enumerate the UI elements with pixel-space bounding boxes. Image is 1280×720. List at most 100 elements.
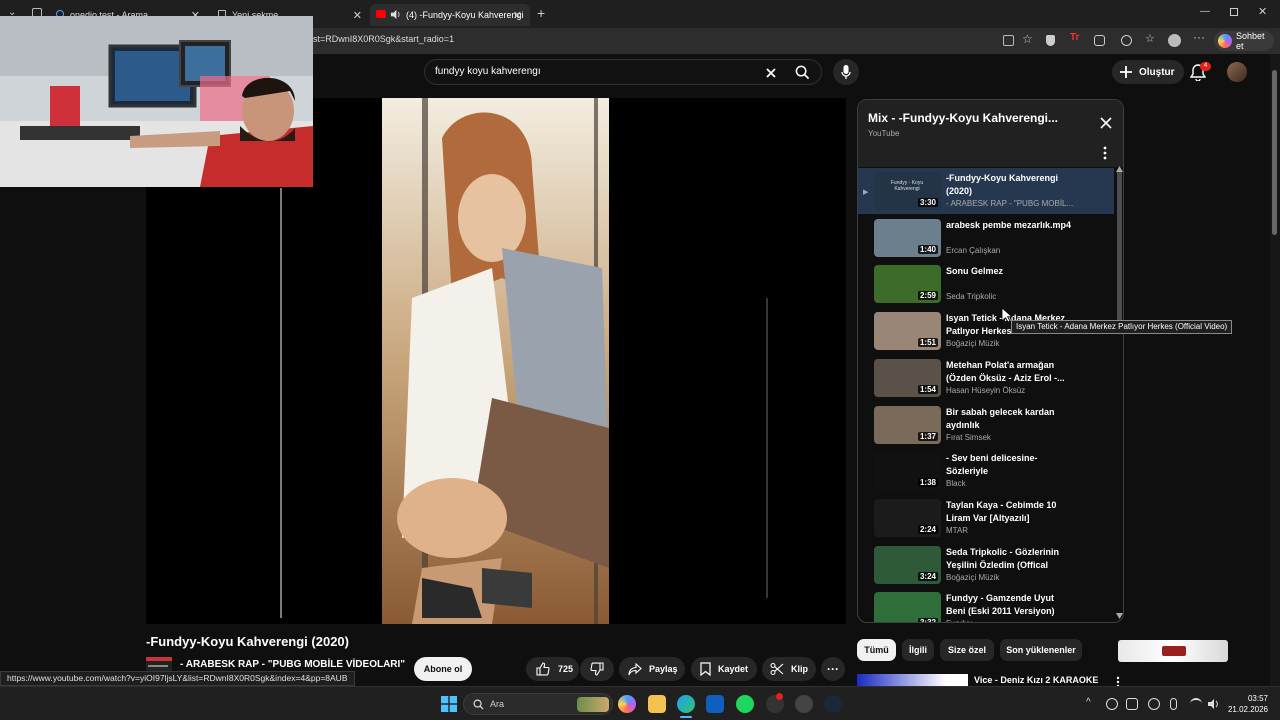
playlist-scrollbar[interactable] (1117, 170, 1122, 324)
steam-icon[interactable] (824, 695, 842, 713)
create-button[interactable]: Oluştur (1112, 60, 1184, 84)
playlist-item-title[interactable]: - Sev beni delicesine- Sözleriyle (946, 452, 1072, 478)
clear-search-icon[interactable] (765, 67, 777, 79)
tab-close-icon[interactable]: ✕ (513, 9, 522, 22)
url-field[interactable]: st=RDwnI8X0R0Sgk&start_radio=1 (313, 34, 454, 44)
chip-all[interactable]: Tümü (857, 639, 896, 661)
playlist-item[interactable]: 3:24 Seda Tripkolic - Gözlerinin Yeşilini… (858, 542, 1114, 588)
search-input[interactable]: fundyy koyu kahverengı (435, 66, 541, 77)
playlist-item-thumbnail[interactable]: 3:32 (874, 592, 941, 622)
scroll-down-icon[interactable] (1116, 613, 1123, 619)
subscribe-button[interactable]: Abone ol (414, 657, 472, 681)
playlist-item-channel[interactable]: Ercan Çalışkan (946, 246, 1000, 255)
playlist-title[interactable]: Mix - -Fundyy-Koyu Kahverengi... (868, 111, 1058, 125)
playlist-item-thumbnail[interactable]: 2:24 (874, 498, 941, 537)
playlist-item-thumbnail[interactable]: 1:37 (874, 405, 941, 444)
playlist-item-thumbnail[interactable]: 1:51 (874, 312, 941, 351)
tab-youtube-active[interactable]: (4) -Fundyy-Koyu Kahverengi ✕ (370, 4, 530, 26)
windows-start-icon[interactable] (441, 696, 457, 712)
playlist-item-thumbnail[interactable]: 1:40 (874, 218, 941, 257)
playlist-item[interactable]: 3:32 Fundyy - Gamzende Uyut Beni (Eski 20… (858, 588, 1114, 622)
favorite-star-icon[interactable]: ☆ (1022, 32, 1036, 46)
dislike-button[interactable] (580, 657, 614, 681)
like-button[interactable]: 725 (526, 657, 579, 681)
playlist-item[interactable]: 1:37 Bir sabah gelecek kardan aydınlık Fır… (858, 402, 1114, 448)
volume-icon[interactable] (1207, 698, 1220, 710)
window-close-icon[interactable]: ✕ (1258, 5, 1267, 18)
search-box[interactable]: fundyy koyu kahverengı (424, 59, 822, 85)
chip-for-you[interactable]: Size özel (940, 639, 994, 661)
copilot-app-icon[interactable] (618, 695, 636, 713)
playlist-item[interactable]: ▶ Fundyy - Koyu Kahverengi 3:30 -Fundyy-Koy… (858, 168, 1114, 214)
save-button[interactable]: Kaydet (691, 657, 757, 681)
playlist-item-channel[interactable]: Black (946, 479, 966, 488)
chips-next-arrow-overlay[interactable] (1118, 640, 1228, 662)
audio-playing-icon[interactable] (390, 9, 401, 20)
account-avatar[interactable] (1227, 62, 1247, 82)
page-scrollbar-thumb[interactable] (1272, 70, 1277, 235)
browser-essentials-icon[interactable] (1121, 35, 1132, 46)
playlist-item-title[interactable]: arabesk pembe mezarlık.mp4 (946, 219, 1072, 232)
edge-browser-icon[interactable] (677, 695, 695, 713)
share-button[interactable]: Paylaş (619, 657, 685, 681)
minimize-icon[interactable]: — (1200, 6, 1210, 17)
scroll-up-icon[interactable] (1116, 166, 1123, 172)
playlist-item-thumbnail[interactable]: Fundyy - Koyu Kahverengi 3:30 (874, 172, 941, 210)
playlist-item-title[interactable]: Sonu Gelmez (946, 265, 1072, 278)
clip-button[interactable]: Klip (762, 657, 816, 681)
playlist-item-thumbnail[interactable]: 1:54 (874, 358, 941, 397)
playlist-item[interactable]: 2:59 Sonu Gelmez Seda Tripkolic (858, 261, 1114, 307)
playlist-item[interactable]: 2:24 Taylan Kaya - Cebimde 10 Liram Var [… (858, 495, 1114, 541)
close-playlist-icon[interactable] (1099, 116, 1113, 130)
wifi-icon[interactable] (1190, 698, 1202, 710)
tray-app-icon[interactable] (1126, 698, 1138, 710)
restore-icon[interactable] (1230, 8, 1238, 16)
playlist-item-channel[interactable]: Fundyy (946, 619, 972, 622)
playlist-item-title[interactable]: Taylan Kaya - Cebimde 10 Liram Var [Alty… (946, 499, 1072, 525)
more-menu-icon[interactable]: ··· (1193, 30, 1207, 44)
extensions-icon[interactable] (1094, 35, 1105, 46)
playlist-item[interactable]: 1:54 Metehan Polat'a armağan (Özden Öksüz… (858, 355, 1114, 401)
playlist-item-channel[interactable]: MTAR (946, 526, 968, 535)
shield-icon[interactable] (1046, 35, 1055, 46)
playlist-item-title[interactable]: Seda Tripkolic - Gözlerinin Yeşilini Özl… (946, 546, 1072, 572)
playlist-item-title[interactable]: Metehan Polat'a armağan (Özden Öksüz - A… (946, 359, 1072, 385)
extension-translate-icon[interactable]: Tr (1070, 32, 1084, 46)
favorites-icon[interactable]: ☆ (1145, 32, 1159, 46)
chip-related[interactable]: İlgili (902, 639, 934, 661)
playlist-item-channel[interactable]: Boğaziçi Müzik (946, 573, 999, 582)
taskbar-search-box[interactable]: Ara (463, 693, 613, 715)
playlist-item-title[interactable]: Bir sabah gelecek kardan aydınlık (946, 406, 1072, 432)
playlist-item-title[interactable]: Fundyy - Gamzende Uyut Beni (Eski 2011 V… (946, 592, 1072, 618)
playlist-item-channel[interactable]: Boğaziçi Müzik (946, 339, 999, 348)
app-available-icon[interactable] (1003, 35, 1014, 46)
channel-name[interactable]: - ARABESK RAP - "PUBG MOBİLE VİDEOLARI" (180, 659, 405, 670)
tray-app-icon[interactable] (1148, 698, 1160, 710)
tab-close-icon[interactable]: ✕ (353, 9, 362, 22)
playlist-item-thumbnail[interactable]: 1:38 (874, 452, 941, 491)
playlist-item-channel[interactable]: - ARABESK RAP - "PUBG MOBİL... (946, 199, 1073, 208)
playlist-item-thumbnail[interactable]: 2:59 (874, 265, 941, 304)
microsoft-store-icon[interactable] (706, 695, 724, 713)
playlist-item[interactable]: 1:38 - Sev beni delicesine- Sözleriyle Bla… (858, 448, 1114, 494)
more-actions-button[interactable]: ··· (821, 657, 845, 681)
playlist-item-title[interactable]: -Fundyy-Koyu Kahverengi (2020) (946, 172, 1072, 198)
profile-icon[interactable] (1168, 34, 1181, 47)
new-tab-button[interactable]: + (537, 5, 545, 21)
playlist-item-channel[interactable]: Fırat Simsek (946, 433, 991, 442)
tray-overflow-chevron-icon[interactable]: ^ (1086, 697, 1091, 708)
playlist-item-thumbnail[interactable]: 3:24 (874, 545, 941, 584)
playlist-item[interactable]: 1:40 arabesk pembe mezarlık.mp4 Ercan Çalı… (858, 215, 1114, 261)
file-explorer-icon[interactable] (648, 695, 666, 713)
playlist-item-channel[interactable]: Hasan Hüseyin Öksüz (946, 386, 1025, 395)
voice-search-button[interactable] (833, 59, 859, 85)
taskbar-clock[interactable]: 03:57 21.02.2026 (1226, 693, 1268, 715)
app-icon[interactable] (766, 693, 784, 713)
microphone-tray-icon[interactable] (1170, 698, 1177, 710)
chip-recently-uploaded[interactable]: Son yüklenenler (1000, 639, 1082, 661)
playlist-more-icon[interactable] (1103, 146, 1107, 160)
copilot-chat-button[interactable]: Sohbet et (1214, 31, 1274, 51)
search-button[interactable] (785, 59, 822, 85)
onedrive-icon[interactable] (1106, 698, 1118, 710)
spotify-icon[interactable] (736, 695, 754, 713)
